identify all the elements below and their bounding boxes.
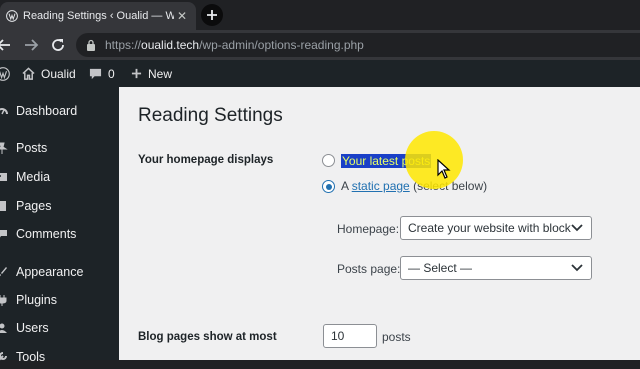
site-name: Oualid [41,66,76,81]
sidebar-item-tools[interactable]: Tools [0,345,119,369]
settings-content: Reading Settings Your homepage displays … [119,87,640,360]
sidebar-item-label: Posts [16,141,48,155]
sidebar-item-comments[interactable]: Comments [0,222,119,246]
sidebar-item-label: Appearance [16,265,84,279]
sidebar-item-media[interactable]: Media [0,165,119,189]
reload-icon[interactable] [50,37,66,53]
plus-icon [207,10,217,20]
sidebar-item-label: Users [16,321,49,335]
home-icon [22,67,35,80]
mouse-cursor-icon [437,159,451,179]
homepage-displays-label: Your homepage displays [138,154,274,166]
new-content-link[interactable]: New [131,60,172,87]
posts-page-select-label: Posts page: [337,262,401,276]
url-text: https://oualid.tech/wp-admin/options-rea… [105,38,364,52]
sidebar-item-label: Media [16,170,51,184]
sidebar-item-pages[interactable]: Pages [0,194,119,218]
comments-count: 0 [108,66,115,81]
admin-sidebar: Dashboard Posts Media Pages Comments App… [0,87,119,364]
wp-logo-button[interactable] [0,60,10,87]
new-label: New [148,66,173,81]
pin-icon [0,142,8,154]
user-icon [0,323,7,333]
wrench-icon [0,352,7,361]
sidebar-item-dashboard[interactable]: Dashboard [0,99,119,123]
sidebar-item-label: Tools [16,350,46,364]
wordpress-favicon-icon [6,10,18,22]
sidebar-item-label: Plugins [16,293,57,307]
plus-icon [131,68,142,79]
static-page-link[interactable]: static page [352,179,410,193]
browser-tab-bar: Reading Settings ‹ Oualid — Wo ✕ [0,0,640,30]
static-page-radio[interactable] [322,180,335,193]
forward-arrow-icon[interactable] [23,37,39,53]
media-icon [0,173,7,181]
homepage-select-label: Homepage: [337,222,400,236]
comment-bubble-icon [89,68,102,80]
dashboard-icon [0,108,8,115]
blog-pages-label: Blog pages show at most [138,331,277,343]
site-name-link[interactable]: Oualid [22,60,76,87]
wp-admin-bar: Oualid 0 New [0,60,640,87]
new-tab-button[interactable] [201,4,223,26]
tab-title: Reading Settings ‹ Oualid — Wo [23,10,174,22]
comments-link[interactable]: 0 [89,60,115,87]
cursor-highlight [405,131,463,189]
sidebar-item-appearance[interactable]: Appearance [0,260,119,284]
wordpress-logo-icon [0,66,10,81]
browser-toolbar: https://oualid.tech/wp-admin/options-rea… [0,30,640,60]
brush-icon [0,267,7,277]
lock-icon [87,39,95,51]
homepage-select[interactable]: Create your website with blocks [400,216,592,240]
address-bar[interactable]: https://oualid.tech/wp-admin/options-rea… [76,33,640,57]
sidebar-item-posts[interactable]: Posts [0,136,119,160]
sidebar-item-plugins[interactable]: Plugins [0,288,119,312]
page-title: Reading Settings [138,105,283,126]
posts-page-select[interactable]: — Select — [400,256,592,280]
sidebar-item-label: Pages [16,199,52,213]
tab-close-icon[interactable]: ✕ [174,9,190,23]
comment-icon [0,230,7,238]
posts-per-page-input[interactable]: 10 [323,324,377,348]
posts-unit-label: posts [382,330,411,344]
page-icon [0,201,6,211]
sidebar-item-users[interactable]: Users [0,316,119,340]
sidebar-item-label: Comments [16,227,77,241]
chevron-down-icon [571,224,583,232]
plug-icon [0,295,7,306]
chevron-down-icon [571,264,583,272]
back-arrow-icon[interactable] [0,37,12,53]
sidebar-item-label: Dashboard [16,104,78,118]
browser-tab[interactable]: Reading Settings ‹ Oualid — Wo ✕ [0,2,196,30]
latest-posts-radio[interactable] [322,154,335,167]
